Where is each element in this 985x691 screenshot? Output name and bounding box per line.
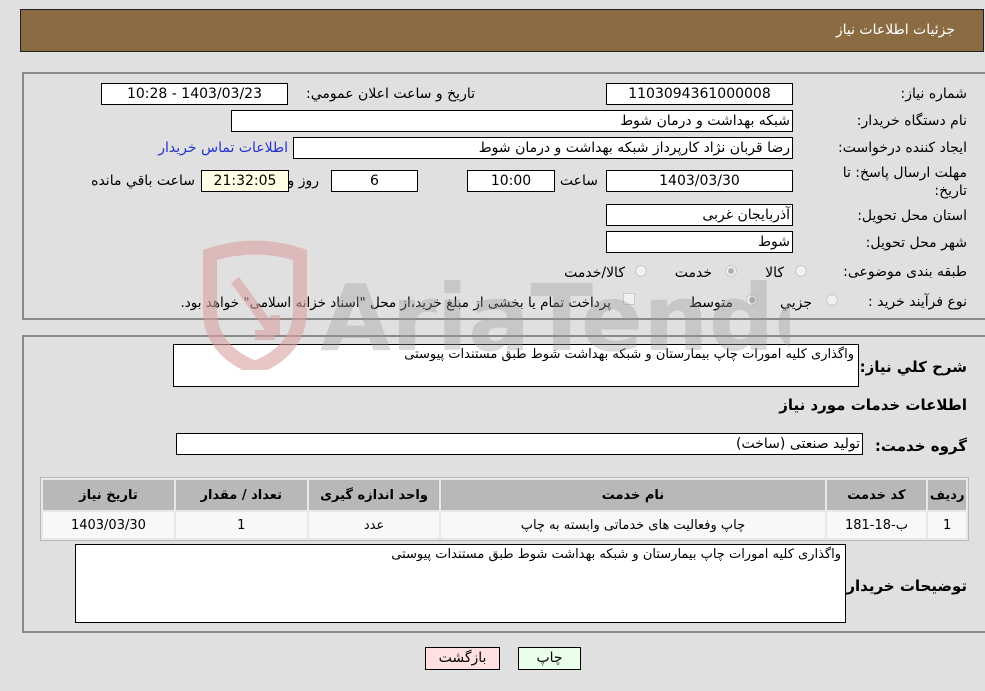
page-header: جزئیات اطلاعات نیاز — [20, 9, 984, 52]
cell-need-date: 1403/03/30 — [43, 512, 174, 538]
category-radio-service[interactable] — [725, 265, 737, 277]
cell-service-code: ب-18-181 — [826, 512, 927, 538]
city-field[interactable]: شوط — [606, 231, 793, 253]
buyer-notes-textarea[interactable] — [75, 544, 846, 623]
service-group-field[interactable]: توليد صنعتی (ساخت) — [176, 433, 863, 455]
requester-field[interactable]: رضا قربان نژاد کارپرداز شبکه بهداشت و در… — [293, 137, 793, 159]
cell-unit: عدد — [308, 512, 440, 538]
page-title: جزئیات اطلاعات نیاز — [835, 22, 955, 38]
buyer-org-label: نام دستگاه خريدار: — [856, 113, 967, 129]
announce-datetime-label: تاریخ و ساعت اعلان عمومي: — [306, 86, 475, 102]
buyer-org-field[interactable]: شبکه بهداشت و درمان شوط — [231, 110, 793, 132]
services-table: رديف کد خدمت نام خدمت واحد اندازه گيری ت… — [40, 477, 969, 541]
process-option-medium: متوسط — [689, 295, 733, 311]
col-need-date: تاريخ نياز — [43, 480, 174, 510]
process-option-minor: جزيي — [780, 295, 812, 311]
table-header-row: رديف کد خدمت نام خدمت واحد اندازه گيری ت… — [43, 480, 966, 510]
purchase-process-label: نوع فرآيند خريد : — [868, 294, 967, 310]
remaining-days-field[interactable]: 6 — [331, 170, 418, 192]
cell-row-number: 1 — [928, 512, 966, 538]
service-group-label: گروه خدمت: — [874, 437, 967, 455]
col-unit: واحد اندازه گيری — [308, 480, 440, 510]
services-heading: اطلاعات خدمات مورد نياز — [779, 396, 967, 414]
deadline-time-field[interactable]: 10:00 — [467, 170, 555, 192]
print-button[interactable]: چاپ — [518, 647, 581, 670]
announce-datetime-field[interactable]: 1403/03/23 - 10:28 — [101, 83, 288, 105]
col-service-name: نام خدمت — [441, 480, 825, 510]
category-option-goods: کالا — [765, 265, 784, 281]
back-button[interactable]: بازگشت — [425, 647, 500, 670]
process-radio-medium[interactable] — [746, 294, 758, 306]
general-desc-textarea[interactable] — [173, 344, 859, 387]
general-desc-label: شرح کلي نياز: — [859, 358, 967, 376]
category-option-service: خدمت — [674, 265, 712, 281]
buyer-contact-link[interactable]: اطلاعات تماس خريدار — [158, 140, 288, 156]
need-number-label: شماره نیاز: — [900, 86, 968, 102]
category-label: طبقه بندی موضوعی: — [843, 264, 967, 280]
deadline-date-field[interactable]: 1403/03/30 — [606, 170, 793, 192]
treasury-checkbox[interactable] — [623, 293, 635, 305]
category-radio-goods-service[interactable] — [635, 265, 647, 277]
deadline-time-label: ساعت — [559, 173, 598, 189]
province-label: استان محل تحويل: — [857, 208, 967, 224]
col-quantity: تعداد / مقدار — [175, 480, 307, 510]
need-number-field[interactable]: 1103094361000008 — [606, 83, 793, 105]
process-radio-minor[interactable] — [826, 294, 838, 306]
city-label: شهر محل تحويل: — [865, 235, 967, 251]
cell-quantity: 1 — [175, 512, 307, 538]
table-row: 1 ب-18-181 چاپ وفعاليت های خدماتی وابسته… — [43, 512, 966, 538]
remaining-label: ساعت باقي مانده — [91, 173, 195, 189]
treasury-checkbox-label: پرداخت تمام يا بخشی از مبلغ خريد،از محل … — [180, 295, 611, 311]
deadline-label: مهلت ارسال پاسخ: تا — [842, 165, 967, 181]
category-radio-goods[interactable] — [795, 265, 807, 277]
deadline-label-date: تاريخ: — [934, 183, 967, 199]
requester-label: ايجاد کننده درخواست: — [838, 140, 967, 156]
province-field[interactable]: آذربايجان غربی — [606, 204, 793, 226]
days-label: روز و — [287, 173, 320, 189]
col-row-number: رديف — [928, 480, 966, 510]
cell-service-name: چاپ وفعاليت های خدماتی وابسته به چاپ — [441, 512, 825, 538]
remaining-time-field: 21:32:05 — [201, 170, 289, 192]
col-service-code: کد خدمت — [826, 480, 927, 510]
buyer-notes-label: توضيحات خريدار: — [840, 577, 967, 595]
category-option-goods-service: کالا/خدمت — [564, 265, 625, 281]
